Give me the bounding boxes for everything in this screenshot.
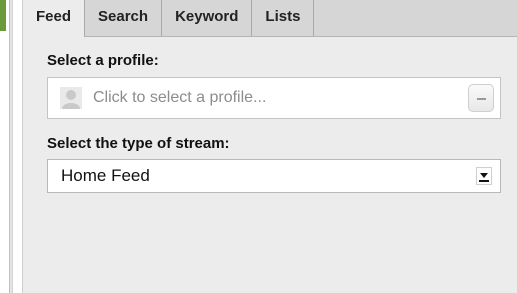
- tab-keyword-label: Keyword: [175, 8, 239, 25]
- tab-search-label: Search: [98, 8, 149, 25]
- tab-search[interactable]: Search: [85, 0, 163, 36]
- app-window: Feed Search Keyword Lists Select a profi…: [0, 0, 517, 293]
- tab-keyword[interactable]: Keyword: [162, 0, 253, 36]
- left-scroll-edge: [9, 0, 13, 293]
- stream-type-label: Select the type of stream:: [47, 135, 230, 152]
- tab-feed-label: Feed: [36, 8, 72, 25]
- user-silhouette-icon: [60, 87, 82, 109]
- tab-lists-label: Lists: [265, 8, 301, 25]
- tab-lists[interactable]: Lists: [252, 0, 315, 36]
- minus-icon: [476, 98, 486, 100]
- profile-section-label: Select a profile:: [47, 52, 159, 69]
- stream-type-select[interactable]: Home Feed: [47, 159, 501, 193]
- stream-config-panel: Feed Search Keyword Lists Select a profi…: [22, 0, 517, 293]
- tab-bar: Feed Search Keyword Lists: [23, 0, 517, 37]
- stream-type-selected-value: Home Feed: [61, 166, 150, 185]
- accent-strip: [0, 0, 6, 31]
- chevron-down-icon[interactable]: [476, 167, 492, 185]
- profile-dropdown-button[interactable]: [468, 84, 494, 112]
- profile-picker[interactable]: Click to select a profile...: [47, 77, 501, 119]
- tab-list: Feed Search Keyword Lists: [23, 0, 315, 37]
- profile-placeholder-text: Click to select a profile...: [93, 89, 267, 106]
- tab-feed[interactable]: Feed: [23, 0, 86, 37]
